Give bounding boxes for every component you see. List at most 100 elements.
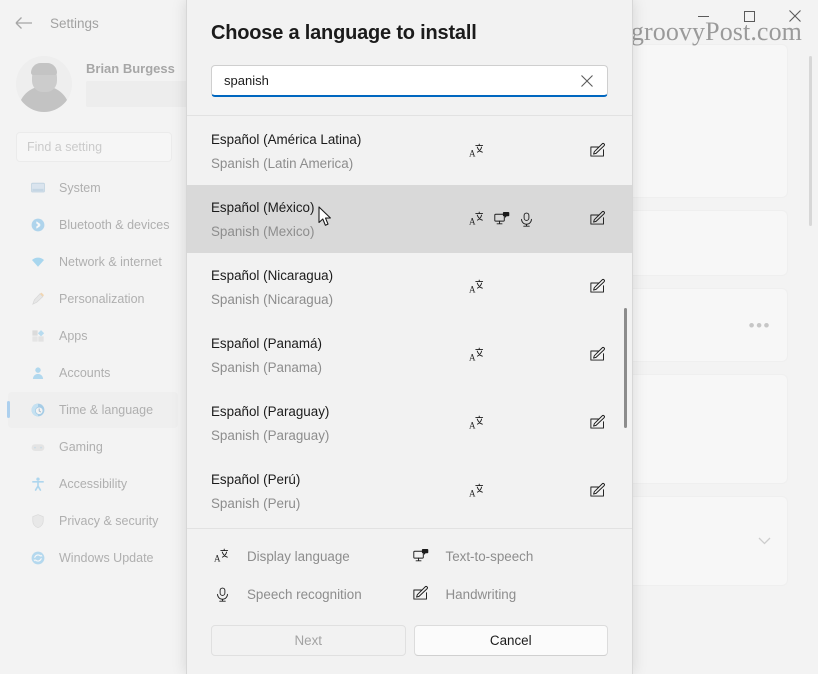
more-options-icon[interactable]: ••• [749, 317, 771, 334]
legend-item: A Display language [211, 545, 410, 567]
sidebar-item-time-language[interactable]: Time & language [7, 392, 178, 428]
language-native-name: Español (Paraguay) [211, 403, 330, 419]
expand-chevron-icon[interactable] [758, 537, 771, 545]
sidebar-item-label: Bluetooth & devices [59, 218, 170, 232]
speech-recognition-icon [514, 211, 539, 228]
shield-icon [29, 513, 46, 530]
display-language-icon: A [464, 142, 489, 160]
sidebar-item-accessibility[interactable]: Accessibility [8, 466, 178, 502]
find-a-setting-placeholder: Find a setting [27, 140, 103, 154]
person-icon [29, 365, 46, 382]
sidebar-item-label: Gaming [59, 440, 103, 454]
sidebar-item-network-internet[interactable]: Network & internet [8, 244, 178, 280]
bluetooth-icon [29, 217, 46, 234]
text-to-speech-icon [489, 210, 514, 228]
back-arrow-icon[interactable] [14, 13, 34, 33]
svg-text:A: A [468, 352, 475, 362]
main-pane-scrollbar[interactable] [809, 56, 812, 226]
sidebar-header: Settings [0, 0, 186, 46]
minimize-button[interactable] [680, 0, 726, 32]
svg-text:A: A [468, 420, 475, 430]
language-native-name: Español (América Latina) [211, 131, 362, 147]
clock-globe-icon [29, 402, 46, 419]
cancel-button[interactable]: Cancel [413, 625, 608, 656]
sidebar-item-label: Network & internet [59, 255, 162, 269]
language-capability-icons: A [464, 278, 610, 296]
language-native-name: Español (Panamá) [211, 335, 322, 351]
settings-sidebar: Settings Brian Burgess Find a setting Sy… [0, 0, 204, 674]
sidebar-item-personalization[interactable]: Personalization [8, 281, 178, 317]
language-english-name: Spanish (Peru) [211, 495, 301, 511]
sidebar-item-label: System [59, 181, 101, 195]
handwriting-icon [585, 142, 610, 160]
language-english-name: Spanish (Panama) [211, 359, 322, 375]
language-english-name: Spanish (Latin America) [211, 155, 354, 171]
display-language-icon: A [464, 210, 489, 228]
language-english-name: Spanish (Mexico) [211, 223, 315, 239]
sidebar-title: Settings [50, 15, 99, 31]
handwriting-icon [585, 482, 610, 500]
language-list-item[interactable]: Español (Nicaragua) Spanish (Nicaragua) A [187, 253, 632, 321]
language-native-name: Español (Nicaragua) [211, 267, 334, 283]
sidebar-item-label: Personalization [59, 292, 145, 306]
language-list-scrollbar[interactable] [624, 308, 627, 428]
language-list-item[interactable]: Español (Paraguay) Spanish (Paraguay) A [187, 389, 632, 457]
legend-label: Text-to-speech [445, 548, 534, 564]
sidebar-item-label: Accounts [59, 366, 111, 380]
sidebar-item-label: Privacy & security [59, 514, 159, 528]
language-list-item[interactable]: Español (Perú) Spanish (Peru) A [187, 457, 632, 525]
dialog-header: Choose a language to install [187, 0, 632, 45]
close-button[interactable] [772, 0, 818, 32]
legend-item: Handwriting [410, 583, 609, 605]
sidebar-item-label: Apps [59, 329, 88, 343]
maximize-button[interactable] [726, 0, 772, 32]
language-results-list[interactable]: Español (América Latina) Spanish (Latin A… [187, 116, 632, 528]
settings-app-window: Settings Brian Burgess Find a setting Sy… [0, 0, 818, 674]
sidebar-item-apps[interactable]: Apps [8, 318, 178, 354]
language-capability-icons: A [464, 142, 610, 160]
display-language-icon: A [464, 346, 489, 364]
language-capability-icons: A [464, 482, 610, 500]
language-list-item[interactable]: Español (Panamá) Spanish (Panama) A [187, 321, 632, 389]
language-capability-icons: A [464, 210, 610, 228]
language-search-field[interactable] [211, 65, 608, 97]
svg-text:A: A [468, 284, 475, 294]
clear-search-icon[interactable] [577, 71, 597, 91]
sidebar-nav: System Bluetooth & devices Network & inter… [0, 170, 186, 576]
sidebar-item-windows-update[interactable]: Windows Update [8, 540, 178, 576]
update-sync-icon [29, 550, 46, 567]
text-to-speech-icon [410, 545, 432, 567]
dialog-title: Choose a language to install [211, 22, 477, 44]
display-language-icon: A [464, 482, 489, 500]
svg-text:A: A [468, 216, 475, 226]
sidebar-item-accounts[interactable]: Accounts [8, 355, 178, 391]
language-native-name: Español (México) [211, 199, 315, 215]
avatar [16, 56, 72, 112]
apps-grid-icon [29, 328, 46, 345]
gamepad-icon [29, 439, 46, 456]
sidebar-item-privacy-security[interactable]: Privacy & security [8, 503, 178, 539]
user-profile[interactable]: Brian Burgess [0, 46, 204, 122]
handwriting-icon [585, 210, 610, 228]
sidebar-item-label: Windows Update [59, 551, 154, 565]
language-list-item[interactable]: Español (México) Spanish (Mexico) A [187, 185, 632, 253]
language-english-name: Spanish (Paraguay) [211, 427, 330, 443]
language-search-input[interactable] [224, 66, 577, 95]
handwriting-icon [410, 583, 432, 605]
language-capability-icons: A [464, 414, 610, 432]
svg-text:A: A [468, 488, 475, 498]
paintbrush-icon [29, 291, 46, 308]
language-english-name: Spanish (Nicaragua) [211, 291, 334, 307]
next-button[interactable]: Next [211, 625, 406, 656]
window-controls [680, 0, 818, 32]
sidebar-item-system[interactable]: System [8, 170, 178, 206]
legend-label: Speech recognition [247, 586, 362, 602]
handwriting-icon [585, 278, 610, 296]
choose-language-dialog: Choose a language to install Español (Am… [186, 0, 633, 674]
find-a-setting-input[interactable]: Find a setting [16, 132, 172, 162]
legend-label: Display language [247, 548, 350, 564]
sidebar-item-gaming[interactable]: Gaming [8, 429, 178, 465]
language-list-item[interactable]: Español (América Latina) Spanish (Latin A… [187, 117, 632, 185]
sidebar-item-bluetooth-devices[interactable]: Bluetooth & devices [8, 207, 178, 243]
dialog-footer: Next Cancel [187, 611, 632, 674]
